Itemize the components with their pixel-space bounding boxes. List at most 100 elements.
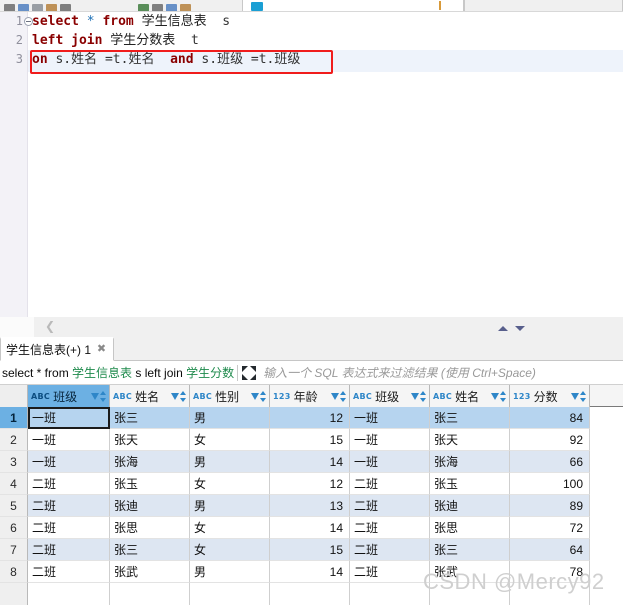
column-header-icons[interactable] (91, 390, 106, 407)
table-row[interactable]: 8 二班 张武男 14 二班 张武 78 (0, 561, 623, 583)
table-cell[interactable]: 张迪 (430, 495, 510, 517)
column-header-icons[interactable] (331, 390, 346, 407)
table-cell[interactable]: 100 (510, 473, 590, 495)
print-icon[interactable] (32, 4, 43, 11)
rollback-icon[interactable] (180, 4, 191, 11)
table-cell[interactable]: 89 (510, 495, 590, 517)
table-cell[interactable]: 78 (510, 561, 590, 583)
filter-query-text[interactable]: select * from 学生信息表 s left join 学生分数 (0, 364, 234, 381)
table-cell[interactable]: 张三 (110, 407, 190, 429)
filter-funnel-icon[interactable] (331, 392, 339, 407)
table-row[interactable]: 5 二班 张迪男 13 二班 张迪 89 (0, 495, 623, 517)
table-cell[interactable]: 二班 (350, 473, 430, 495)
sort-arrows-icon[interactable] (500, 390, 506, 402)
grid-column-header[interactable]: ABC 班级 (350, 385, 430, 407)
table-cell[interactable]: 二班 (350, 495, 430, 517)
grid-column-header[interactable]: 123 年龄 (270, 385, 350, 407)
table-row[interactable]: 7 二班 张三女 15 二班 张三 64 (0, 539, 623, 561)
table-cell[interactable]: 一班 (350, 407, 430, 429)
table-cell[interactable]: 一班 (28, 429, 110, 451)
table-cell[interactable]: 张武 (430, 561, 510, 583)
table-cell[interactable]: 男 (190, 451, 270, 473)
table-cell[interactable]: 15 (270, 429, 350, 451)
table-cell[interactable]: 14 (270, 451, 350, 473)
column-header-icons[interactable] (251, 390, 266, 407)
table-cell[interactable]: 二班 (350, 539, 430, 561)
filter-funnel-icon[interactable] (411, 392, 419, 407)
sort-arrows-icon[interactable] (580, 390, 586, 402)
table-cell[interactable]: 14 (270, 517, 350, 539)
table-row[interactable]: 4 二班 张玉女 12 二班 张玉 100 (0, 473, 623, 495)
table-cell[interactable]: 13 (270, 495, 350, 517)
table-cell[interactable]: 84 (510, 407, 590, 429)
table-cell[interactable]: 二班 (28, 561, 110, 583)
triangle-up-icon[interactable] (498, 325, 508, 331)
sort-arrows-icon[interactable] (100, 390, 106, 402)
table-cell[interactable]: 66 (510, 451, 590, 473)
grid-column-header[interactable]: ABC 姓名 (430, 385, 510, 407)
sql-code-area[interactable]: select * from 学生信息表 s left join 学生分数表 t … (32, 12, 623, 317)
sort-arrows-icon[interactable] (260, 390, 266, 402)
grid-column-header[interactable]: ABC 姓名 (110, 385, 190, 407)
table-cell[interactable]: 张天 (110, 429, 190, 451)
editor-tab-inactive[interactable] (464, 0, 623, 11)
column-header-icons[interactable] (571, 390, 586, 407)
table-cell[interactable]: 女 (190, 539, 270, 561)
sort-arrows-icon[interactable] (340, 390, 346, 402)
table-cell[interactable]: 二班 (28, 473, 110, 495)
table-row[interactable]: 2 一班 张天女 15 一班 张天 92 (0, 429, 623, 451)
filter-bar[interactable]: select * from 学生信息表 s left join 学生分数 输入一… (0, 361, 623, 385)
filter-funnel-icon[interactable] (491, 392, 499, 407)
table-cell[interactable]: 张武 (110, 561, 190, 583)
table-cell[interactable]: 张三 (430, 539, 510, 561)
table-cell[interactable]: 二班 (28, 495, 110, 517)
open-icon[interactable] (18, 4, 29, 11)
filter-funnel-icon[interactable] (91, 392, 99, 407)
table-cell[interactable]: 一班 (350, 451, 430, 473)
table-cell[interactable]: 男 (190, 561, 270, 583)
table-cell[interactable]: 张三 (430, 407, 510, 429)
table-cell[interactable]: 张思 (430, 517, 510, 539)
close-icon[interactable]: ✖ (96, 344, 107, 355)
table-row[interactable]: 1 一班 张三男 12 一班 张三 84 (0, 407, 623, 429)
table-cell[interactable]: 男 (190, 407, 270, 429)
table-cell[interactable]: 张海 (110, 451, 190, 473)
column-header-icons[interactable] (171, 390, 186, 407)
sort-arrows-icon[interactable] (420, 390, 426, 402)
table-cell[interactable]: 二班 (350, 517, 430, 539)
table-cell[interactable]: 72 (510, 517, 590, 539)
table-cell[interactable]: 女 (190, 473, 270, 495)
commit-icon[interactable] (166, 4, 177, 11)
table-cell[interactable]: 张天 (430, 429, 510, 451)
table-cell[interactable]: 一班 (350, 429, 430, 451)
row-number[interactable]: 7 (0, 539, 28, 561)
row-number[interactable]: 3 (0, 451, 28, 473)
grid-body[interactable]: 1 一班 张三男 12 一班 张三 84 2 一班 张天女 15 一班 张天 92 3 一班 张海男 14 一班 张海… (0, 407, 623, 605)
sort-arrows-icon[interactable] (180, 390, 186, 402)
filter-funnel-icon[interactable] (251, 392, 259, 407)
table-row[interactable]: 6 二班 张思女 14 二班 张思 72 (0, 517, 623, 539)
table-cell[interactable]: 15 (270, 539, 350, 561)
table-cell[interactable]: 张迪 (110, 495, 190, 517)
table-cell[interactable]: 张海 (430, 451, 510, 473)
row-number[interactable]: 1 (0, 407, 28, 429)
data-grid[interactable]: ABC 班级 ABC 姓名 ABC 性别 123 年龄 ABC 班级 ABC 姓名 123 分数 1 一班张… (0, 385, 623, 605)
results-nav-arrows[interactable] (498, 322, 538, 334)
grid-column-header[interactable]: ABC 性别 (190, 385, 270, 407)
column-header-icons[interactable] (491, 390, 506, 407)
table-row[interactable]: 3 一班 张海男 14 一班 张海 66 (0, 451, 623, 473)
stop-icon[interactable] (152, 4, 163, 11)
table-cell[interactable]: 女 (190, 517, 270, 539)
redo-icon[interactable] (60, 4, 71, 11)
results-tab-active[interactable]: 学生信息表(+) 1 ✖ (0, 337, 115, 361)
column-header-icons[interactable] (411, 390, 426, 407)
table-cell[interactable]: 二班 (350, 561, 430, 583)
table-cell[interactable]: 二班 (28, 539, 110, 561)
run-icon[interactable] (138, 4, 149, 11)
grid-corner-cell[interactable] (0, 385, 28, 407)
table-cell[interactable]: 92 (510, 429, 590, 451)
table-cell[interactable]: 一班 (28, 451, 110, 473)
sql-editor[interactable]: 1 2 3 select * from 学生信息表 s left join 学生… (0, 12, 623, 317)
table-cell[interactable]: 14 (270, 561, 350, 583)
row-number[interactable]: 4 (0, 473, 28, 495)
